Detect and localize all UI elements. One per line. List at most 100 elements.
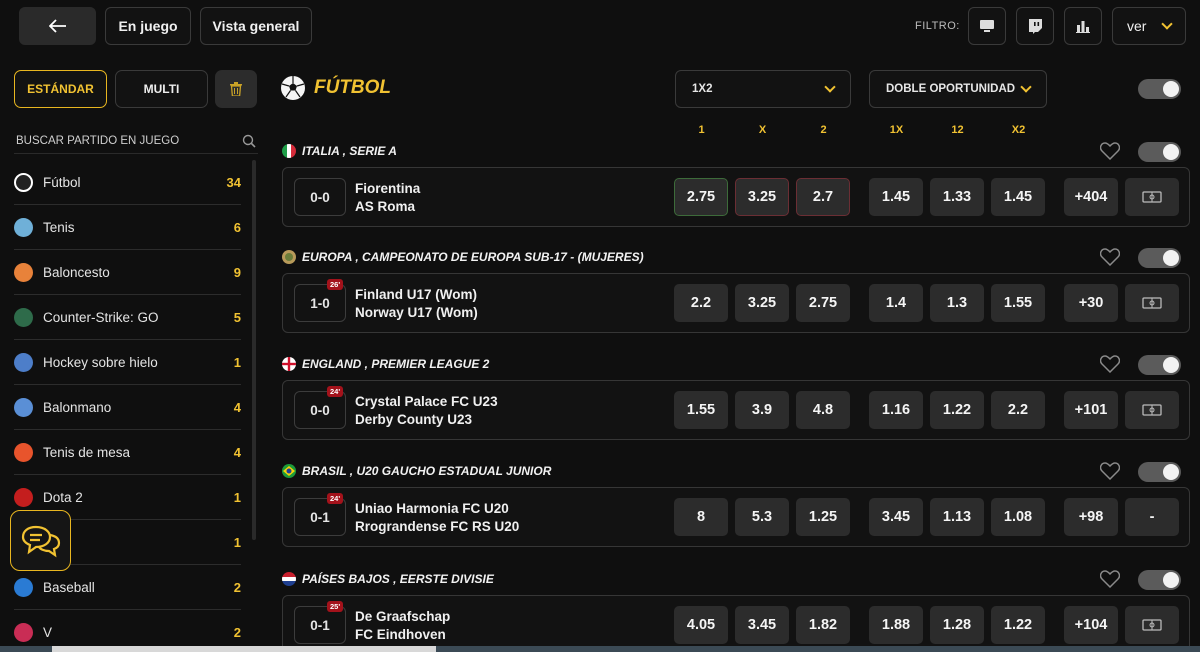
match-row[interactable]: 0-1 24' Uniao Harmonia FC U20 Rrograndense … xyxy=(282,487,1190,547)
match-row[interactable]: 0-0 24' Crystal Palace FC U23 Derby County … xyxy=(282,380,1190,440)
brazil-flag xyxy=(282,464,296,478)
sidebar-item-sport[interactable]: Balonmano 4 xyxy=(14,385,241,430)
chat-button[interactable] xyxy=(10,510,71,571)
odd-button-x2[interactable]: 1.22 xyxy=(991,606,1045,644)
sidebar-item-sport[interactable]: Baseball 2 xyxy=(14,565,241,610)
standard-mode-button[interactable]: ESTÁNDAR xyxy=(14,70,107,108)
search-icon[interactable] xyxy=(242,134,256,148)
sidebar-item-sport[interactable]: Tenis 6 xyxy=(14,205,241,250)
odd-button-2[interactable]: 4.8 xyxy=(796,391,850,429)
live-minute-badge: 25' xyxy=(327,601,344,612)
stats-button[interactable] xyxy=(1125,284,1179,322)
stats-button[interactable] xyxy=(1125,178,1179,216)
sport-count: 34 xyxy=(226,174,241,190)
filter-stats-button[interactable] xyxy=(1064,7,1102,45)
multi-mode-button[interactable]: MULTI xyxy=(115,70,208,108)
odd-button-x[interactable]: 5.3 xyxy=(735,498,789,536)
league-header: PAÍSES BAJOS , EERSTE DIVISIE xyxy=(280,566,1190,592)
league-toggle[interactable] xyxy=(1138,142,1181,162)
odd-button-12[interactable]: 1.3 xyxy=(930,284,984,322)
more-markets-button[interactable]: +404 xyxy=(1064,178,1118,216)
team-names[interactable]: Crystal Palace FC U23 Derby County U23 xyxy=(355,393,498,429)
filter-twitch-button[interactable] xyxy=(1016,7,1054,45)
team-names[interactable]: Uniao Harmonia FC U20 Rrograndense FC RS … xyxy=(355,500,519,536)
odd-button-1x[interactable]: 1.4 xyxy=(869,284,923,322)
filter-stream-button[interactable] xyxy=(968,7,1006,45)
sport-count: 2 xyxy=(233,579,241,595)
sidebar-scrollbar[interactable] xyxy=(252,160,256,540)
away-team: Derby County U23 xyxy=(355,412,473,427)
sport-count: 1 xyxy=(233,354,241,370)
heart-icon[interactable] xyxy=(1100,462,1120,480)
odd-button-x2[interactable]: 1.45 xyxy=(991,178,1045,216)
market-dropdown-label: 1X2 xyxy=(692,83,713,95)
sidebar-item-sport[interactable]: Hockey sobre hielo 1 xyxy=(14,340,241,385)
match-row[interactable]: 0-1 25' De Graafschap FC Eindhoven 4.05 3.45 1… xyxy=(282,595,1190,652)
stats-button[interactable]: - xyxy=(1125,498,1179,536)
more-markets-button[interactable]: +101 xyxy=(1064,391,1118,429)
stats-button[interactable] xyxy=(1125,391,1179,429)
league-header: ITALIA , SERIE A xyxy=(280,138,1190,164)
odd-button-12[interactable]: 1.28 xyxy=(930,606,984,644)
odd-button-12[interactable]: 1.13 xyxy=(930,498,984,536)
clear-bets-button[interactable] xyxy=(215,70,257,108)
team-names[interactable]: De Graafschap FC Eindhoven xyxy=(355,608,450,644)
odd-button-12[interactable]: 1.33 xyxy=(930,178,984,216)
odd-button-1x[interactable]: 1.45 xyxy=(869,178,923,216)
league-toggle[interactable] xyxy=(1138,355,1181,375)
odd-button-1[interactable]: 1.55 xyxy=(674,391,728,429)
more-markets-button[interactable]: +98 xyxy=(1064,498,1118,536)
odd-button-1[interactable]: 2.75 xyxy=(674,178,728,216)
odd-button-x[interactable]: 3.9 xyxy=(735,391,789,429)
league-toggle[interactable] xyxy=(1138,462,1181,482)
market-dropdown-1x2[interactable]: 1X2 xyxy=(675,70,851,108)
team-names[interactable]: Finland U17 (Wom) Norway U17 (Wom) xyxy=(355,286,478,322)
scrollbar-thumb[interactable] xyxy=(52,646,436,652)
market-dropdown-double-chance[interactable]: DOBLE OPORTUNIDAD xyxy=(869,70,1047,108)
odd-button-x[interactable]: 3.25 xyxy=(735,178,789,216)
view-dropdown[interactable]: ver xyxy=(1112,7,1186,45)
heart-icon[interactable] xyxy=(1100,355,1120,373)
more-markets-button[interactable]: +104 xyxy=(1064,606,1118,644)
odd-button-1x[interactable]: 1.16 xyxy=(869,391,923,429)
odd-button-1[interactable]: 2.2 xyxy=(674,284,728,322)
league-toggle[interactable] xyxy=(1138,570,1181,590)
odd-button-1x[interactable]: 1.88 xyxy=(869,606,923,644)
away-team: AS Roma xyxy=(355,199,416,214)
sidebar-item-sport[interactable]: Baloncesto 9 xyxy=(14,250,241,295)
heart-icon[interactable] xyxy=(1100,142,1120,160)
sidebar-item-sport[interactable]: Fútbol 34 xyxy=(14,160,241,205)
stats-button[interactable] xyxy=(1125,606,1179,644)
live-button[interactable]: En juego xyxy=(105,7,191,45)
odd-button-x2[interactable]: 2.2 xyxy=(991,391,1045,429)
odd-button-1x[interactable]: 3.45 xyxy=(869,498,923,536)
odd-button-2[interactable]: 1.25 xyxy=(796,498,850,536)
odd-button-2[interactable]: 2.7 xyxy=(796,178,850,216)
odd-button-1[interactable]: 8 xyxy=(674,498,728,536)
back-button[interactable] xyxy=(19,7,96,45)
odd-button-2[interactable]: 1.82 xyxy=(796,606,850,644)
match-row[interactable]: 1-0 26' Finland U17 (Wom) Norway U17 (Wom) 2… xyxy=(282,273,1190,333)
odd-button-1[interactable]: 4.05 xyxy=(674,606,728,644)
overview-button[interactable]: Vista general xyxy=(200,7,312,45)
odd-button-12[interactable]: 1.22 xyxy=(930,391,984,429)
odd-button-x2[interactable]: 1.55 xyxy=(991,284,1045,322)
heart-icon[interactable] xyxy=(1100,570,1120,588)
odd-button-2[interactable]: 2.75 xyxy=(796,284,850,322)
search-bar xyxy=(14,130,258,154)
sidebar-item-sport[interactable]: Tenis de mesa 4 xyxy=(14,430,241,475)
search-input[interactable] xyxy=(14,130,234,152)
table-tennis-icon xyxy=(14,442,33,462)
heart-icon[interactable] xyxy=(1100,248,1120,266)
odd-button-x[interactable]: 3.25 xyxy=(735,284,789,322)
team-names[interactable]: Fiorentina AS Roma xyxy=(355,180,420,216)
odd-button-x[interactable]: 3.45 xyxy=(735,606,789,644)
more-markets-button[interactable]: +30 xyxy=(1064,284,1118,322)
section-toggle[interactable] xyxy=(1138,79,1181,99)
match-row[interactable]: 0-0 Fiorentina AS Roma 2.75 3.25 2.7 1.45 1.33 1… xyxy=(282,167,1190,227)
odd-button-x2[interactable]: 1.08 xyxy=(991,498,1045,536)
main-content: FÚTBOL 1X2 DOBLE OPORTUNIDAD 1 X 2 1X 12… xyxy=(280,54,1190,652)
match-score: 0-1 xyxy=(310,509,330,525)
sidebar-item-sport[interactable]: Counter-Strike: GO 5 xyxy=(14,295,241,340)
league-toggle[interactable] xyxy=(1138,248,1181,268)
